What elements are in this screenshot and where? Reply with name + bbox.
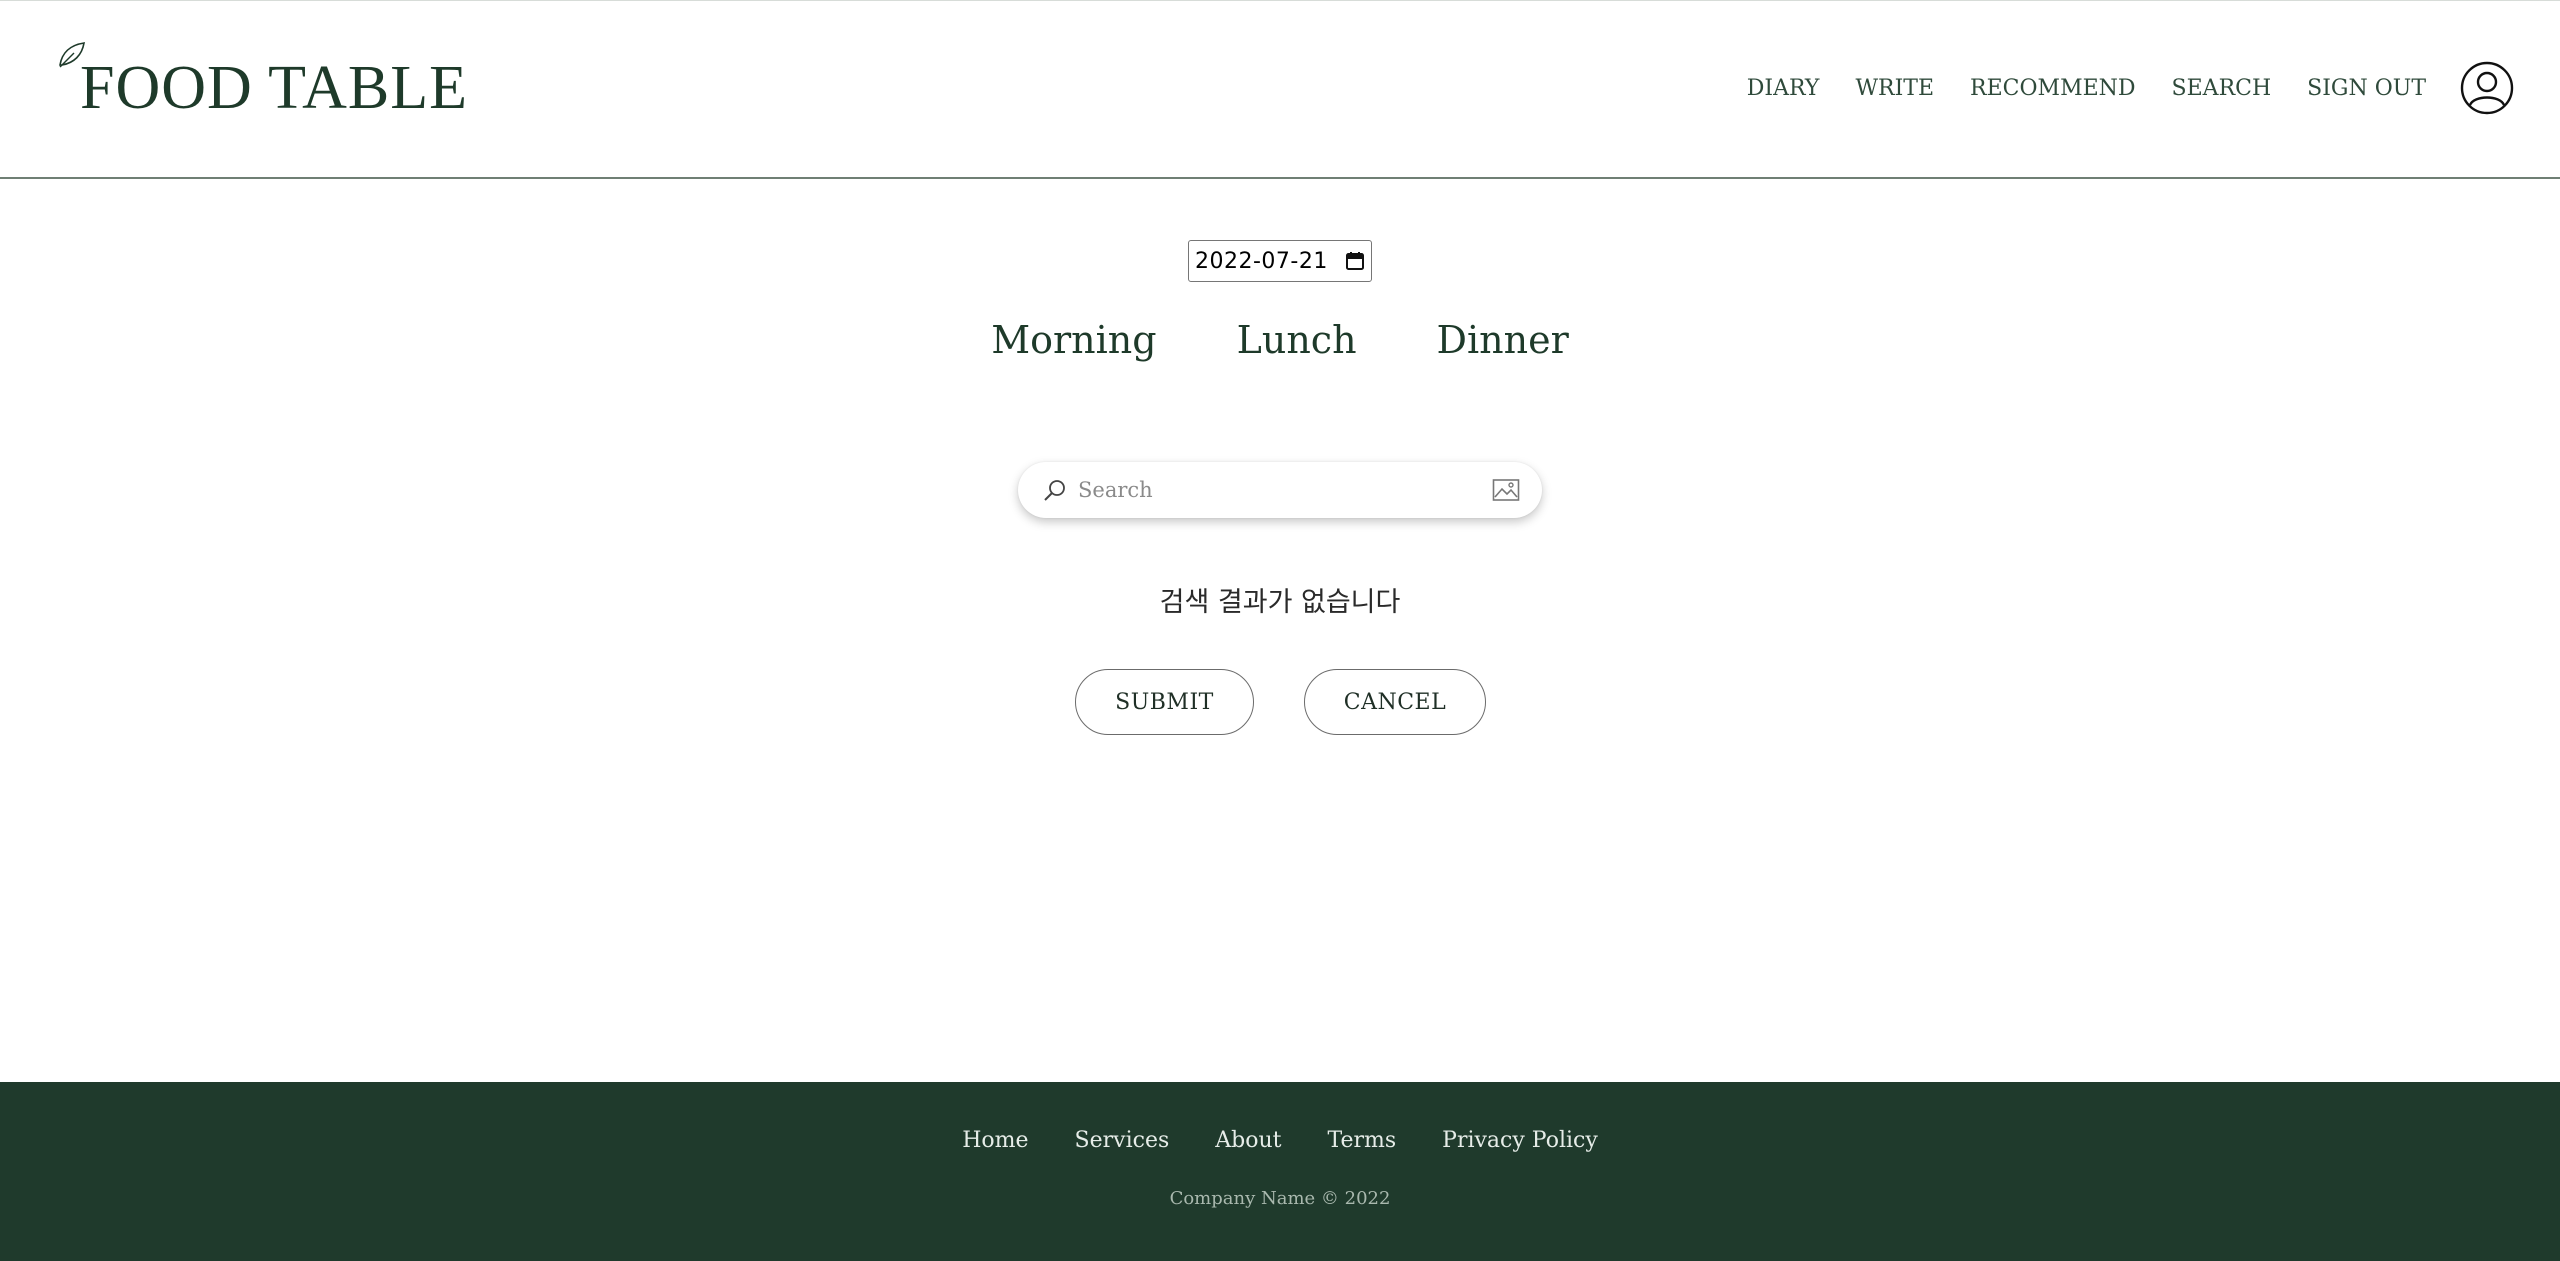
- main-nav: DIARY WRITE RECOMMEND SEARCH SIGN OUT: [1711, 61, 2514, 115]
- tab-dinner[interactable]: Dinner: [1437, 318, 1569, 362]
- nav-diary[interactable]: DIARY: [1747, 76, 1820, 101]
- logo[interactable]: FOOD TABLE: [56, 39, 468, 119]
- footer-link-about[interactable]: About: [1215, 1128, 1281, 1153]
- image-icon[interactable]: [1492, 478, 1520, 502]
- logo-text: FOOD TABLE: [80, 54, 468, 122]
- user-circle-icon[interactable]: [2460, 61, 2514, 115]
- date-value: 2022-07-21: [1195, 248, 1328, 274]
- submit-button[interactable]: SUBMIT: [1075, 669, 1254, 735]
- tab-morning[interactable]: Morning: [991, 318, 1156, 362]
- calendar-icon[interactable]: [1345, 251, 1365, 271]
- search-icon: [1044, 480, 1065, 501]
- footer-link-terms[interactable]: Terms: [1327, 1128, 1396, 1153]
- footer-links: Home Services About Terms Privacy Policy: [0, 1128, 2560, 1153]
- page: FOOD TABLE DIARY WRITE RECOMMEND SEARCH …: [0, 0, 2560, 1261]
- site-footer: [0, 1082, 2560, 1261]
- search-bar: [1018, 462, 1542, 518]
- nav-recommend[interactable]: RECOMMEND: [1970, 76, 2136, 101]
- copyright: Company Name © 2022: [1169, 1188, 1391, 1209]
- footer-link-home[interactable]: Home: [962, 1128, 1028, 1153]
- tab-lunch[interactable]: Lunch: [1237, 318, 1357, 362]
- cancel-button[interactable]: CANCEL: [1304, 669, 1486, 735]
- footer-link-services[interactable]: Services: [1075, 1128, 1170, 1153]
- meal-tabs: Morning Lunch Dinner: [0, 318, 2560, 362]
- search-input[interactable]: [1076, 477, 1492, 503]
- nav-sign-out[interactable]: SIGN OUT: [2307, 76, 2426, 101]
- nav-search[interactable]: SEARCH: [2172, 76, 2272, 101]
- date-input[interactable]: 2022-07-21: [1188, 240, 1372, 282]
- footer-link-privacy[interactable]: Privacy Policy: [1442, 1128, 1598, 1153]
- no-result-message: 검색 결과가 없습니다: [1159, 587, 1401, 618]
- nav-write[interactable]: WRITE: [1855, 76, 1934, 101]
- site-header: FOOD TABLE DIARY WRITE RECOMMEND SEARCH …: [0, 0, 2560, 179]
